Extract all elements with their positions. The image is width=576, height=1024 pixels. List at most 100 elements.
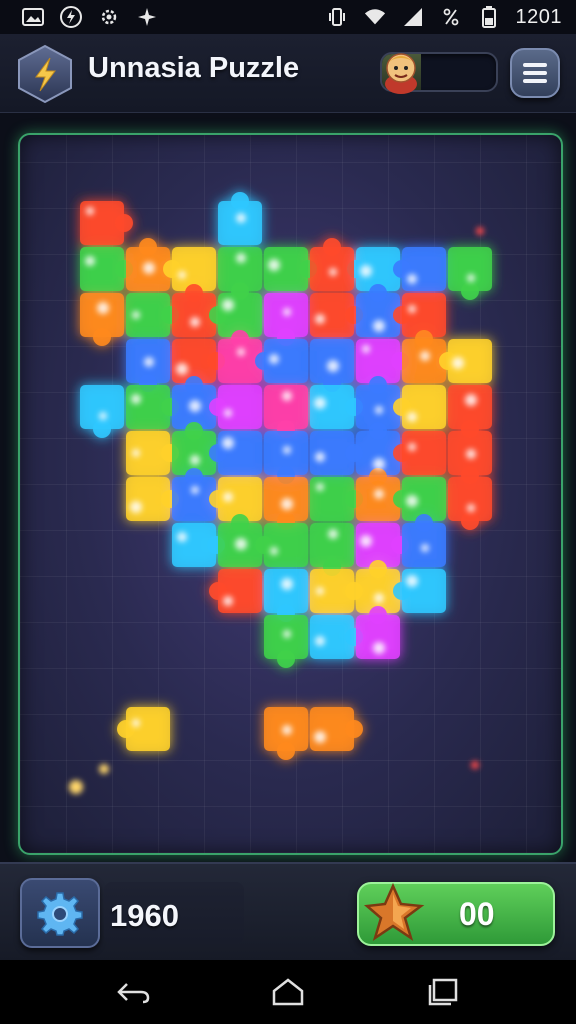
sparkle	[237, 348, 245, 356]
sparkle	[132, 719, 140, 727]
puzzle-piece-knob	[415, 514, 433, 532]
sparkle	[466, 449, 476, 459]
sparkle	[467, 504, 475, 512]
sparkle	[360, 535, 372, 547]
sparkle	[224, 409, 232, 417]
puzzle-pieces-layer[interactable]	[20, 135, 561, 853]
sparkle	[132, 449, 140, 457]
puzzle-board[interactable]	[18, 133, 563, 855]
sparkle	[283, 446, 291, 454]
puzzle-piece-knob	[115, 214, 133, 232]
sparkle	[329, 268, 337, 276]
play-button-label: 00	[459, 896, 495, 932]
play-button[interactable]: 00	[357, 882, 555, 946]
sparkle	[476, 227, 484, 235]
sparkle	[282, 725, 292, 735]
puzzle-piece-knob	[185, 284, 203, 302]
sparkle	[420, 351, 430, 361]
sparkle	[316, 587, 324, 595]
page-title: Unnasia Puzzle	[88, 52, 300, 84]
sparkle	[327, 360, 339, 372]
gear-icon[interactable]	[20, 878, 100, 948]
sparkle	[375, 406, 383, 414]
sparkle	[421, 544, 429, 552]
puzzle-piece-knob	[93, 328, 111, 346]
image-icon	[22, 6, 44, 28]
sparkle	[281, 498, 293, 510]
sparkle	[269, 354, 279, 364]
sparkle	[270, 547, 278, 555]
sparkle	[316, 483, 324, 491]
system-nav-bar	[0, 960, 576, 1024]
sparkle	[315, 452, 325, 462]
sparkle	[373, 458, 385, 470]
character-avatar-icon[interactable]	[376, 46, 426, 96]
wifi-icon	[364, 6, 386, 28]
back-arrow-icon[interactable]	[113, 974, 153, 1010]
sparkle	[178, 271, 186, 279]
sparkle	[362, 345, 370, 353]
lightning-hex-icon[interactable]	[16, 44, 74, 104]
sparkle	[467, 274, 475, 282]
sparkle	[407, 412, 417, 422]
puzzle-piece-knob	[277, 742, 295, 760]
puzzle-piece-knob	[461, 512, 479, 530]
sparkle	[97, 302, 109, 314]
battery-icon	[478, 6, 500, 28]
sparkle	[268, 259, 280, 271]
sparkle	[143, 262, 155, 274]
sparkle	[471, 761, 479, 769]
sparkle	[406, 495, 418, 507]
sparkle	[132, 311, 140, 319]
sparkle	[223, 492, 233, 502]
sparkle-icon	[136, 6, 158, 28]
puzzle-piece-knob	[93, 420, 111, 438]
sparkle	[144, 357, 154, 367]
puzzle-piece-knob	[185, 468, 203, 486]
puzzle-piece-knob	[415, 330, 433, 348]
puzzle-piece-knob	[231, 514, 249, 532]
hamburger-menu-icon[interactable]	[510, 48, 560, 98]
sparkle	[99, 412, 107, 420]
vibrate-icon	[326, 6, 348, 28]
signal-icon	[402, 6, 424, 28]
puzzle-piece-knob	[369, 560, 387, 578]
sparkle	[177, 532, 187, 542]
sparkle	[236, 213, 246, 223]
status-bar: 1201	[0, 0, 576, 34]
sparkle	[465, 394, 477, 406]
puzzle-piece-knob	[369, 376, 387, 394]
puzzle-piece-knob	[369, 422, 387, 440]
puzzle-piece-knob	[369, 606, 387, 624]
settings-icon	[98, 6, 120, 28]
sparkle	[236, 253, 246, 263]
sparkle	[191, 486, 199, 494]
sparkle	[373, 642, 385, 654]
star-icon	[364, 882, 425, 941]
sparkle	[360, 265, 372, 277]
sparkle	[222, 437, 234, 449]
sparkle	[408, 443, 416, 451]
bottom-bar: 1960 00	[0, 862, 576, 962]
recents-icon[interactable]	[423, 974, 463, 1010]
home-icon[interactable]	[268, 974, 308, 1010]
sparkle	[315, 636, 325, 646]
sparkle	[407, 274, 417, 284]
puzzle-piece-knob	[323, 238, 341, 256]
sparkle	[406, 575, 418, 587]
puzzle-piece-knob	[185, 422, 203, 440]
sparkle	[283, 308, 291, 316]
sparkle	[452, 357, 464, 369]
sparkle	[86, 207, 94, 215]
sparkle	[235, 538, 247, 550]
sparkle	[373, 320, 385, 332]
sparkle	[85, 256, 95, 266]
puzzle-piece-knob	[461, 282, 479, 300]
sparkle	[374, 489, 384, 499]
puzzle-piece-knob	[369, 468, 387, 486]
puzzle-piece-knob	[231, 192, 249, 210]
sparkle	[315, 314, 325, 324]
sparkle	[131, 394, 141, 404]
puzzle-piece-knob	[139, 238, 157, 256]
puzzle-piece-knob	[369, 284, 387, 302]
